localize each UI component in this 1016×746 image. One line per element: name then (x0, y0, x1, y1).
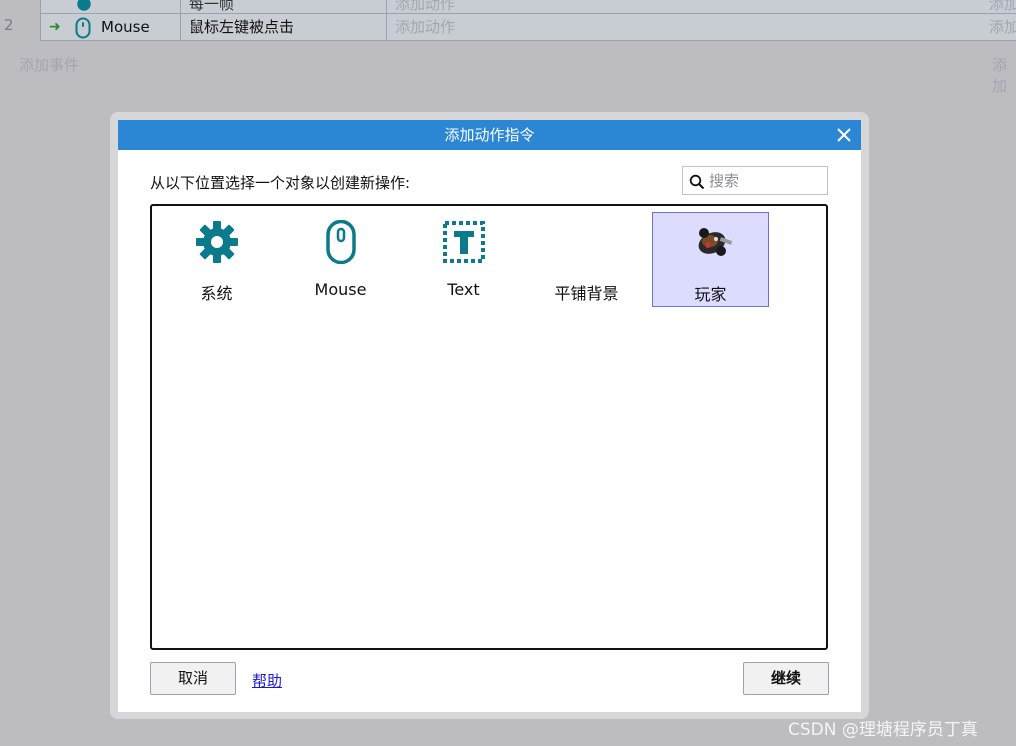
player-sprite-icon (698, 228, 733, 256)
row1-condition[interactable]: 每一帧 (181, 0, 387, 13)
object-label: 玩家 (694, 285, 727, 304)
object-label: Text (447, 280, 480, 299)
row2-object-name: Mouse (101, 18, 150, 36)
cancel-button[interactable]: 取消 (150, 662, 236, 695)
text-icon (443, 221, 485, 263)
object-player[interactable]: 玩家 (652, 212, 769, 307)
object-system[interactable]: 系统 (158, 212, 275, 307)
add-event-link[interactable]: 添加事件 (19, 54, 79, 75)
search-box[interactable] (682, 166, 828, 195)
gear-icon (196, 221, 238, 263)
add-event-right[interactable]: 添加 (992, 54, 1016, 96)
object-tiled-background[interactable]: 平铺背景 (528, 212, 645, 307)
event-row-1[interactable]: 每一帧 添加动作 添加 (40, 0, 1016, 14)
row1-object-cell[interactable] (41, 0, 181, 13)
object-label: 平铺背景 (554, 284, 619, 303)
mouse-icon (326, 220, 356, 264)
mouse-icon (75, 17, 91, 39)
row1-add-action[interactable]: 添加动作 (387, 0, 987, 13)
object-label: Mouse (314, 280, 367, 299)
add-action-dialog: 添加动作指令 从以下位置选择一个对象以创建新操作: 搜索 系统 Mouse Te… (118, 120, 861, 712)
row1-add[interactable]: 添加 (989, 0, 1016, 13)
row2-object-cell[interactable]: ➜ Mouse (41, 14, 181, 40)
event-row-2[interactable]: ➜ Mouse 鼠标左键被点击 添加动作 添加 (40, 13, 1016, 41)
close-icon[interactable] (835, 126, 853, 144)
gear-icon (77, 0, 91, 11)
row2-add[interactable]: 添加 (989, 14, 1016, 40)
watermark: CSDN @理塘程序员丁真 (788, 720, 978, 740)
help-link[interactable]: 帮助 (252, 670, 282, 691)
dialog-title: 添加动作指令 (444, 126, 535, 144)
row2-condition[interactable]: 鼠标左键被点击 (181, 14, 387, 40)
continue-button[interactable]: 继续 (743, 662, 829, 695)
object-text[interactable]: Text (405, 212, 522, 307)
search-input[interactable] (709, 170, 821, 191)
object-list: 系统 Mouse Text 平铺背景 玩家 (150, 204, 828, 650)
dialog-prompt: 从以下位置选择一个对象以创建新操作: (150, 174, 411, 192)
row-number: 2 (4, 16, 14, 34)
event-sheet: 每一帧 添加动作 添加 2 ➜ Mouse 鼠标左键被点击 添加动作 添加 添加… (0, 0, 1016, 110)
object-mouse[interactable]: Mouse (282, 212, 399, 307)
object-label: 系统 (200, 284, 233, 303)
row2-add-action[interactable]: 添加动作 (387, 14, 987, 40)
arrow-right-icon: ➜ (49, 19, 61, 35)
search-icon (689, 174, 705, 190)
dialog-titlebar: 添加动作指令 (118, 120, 861, 150)
